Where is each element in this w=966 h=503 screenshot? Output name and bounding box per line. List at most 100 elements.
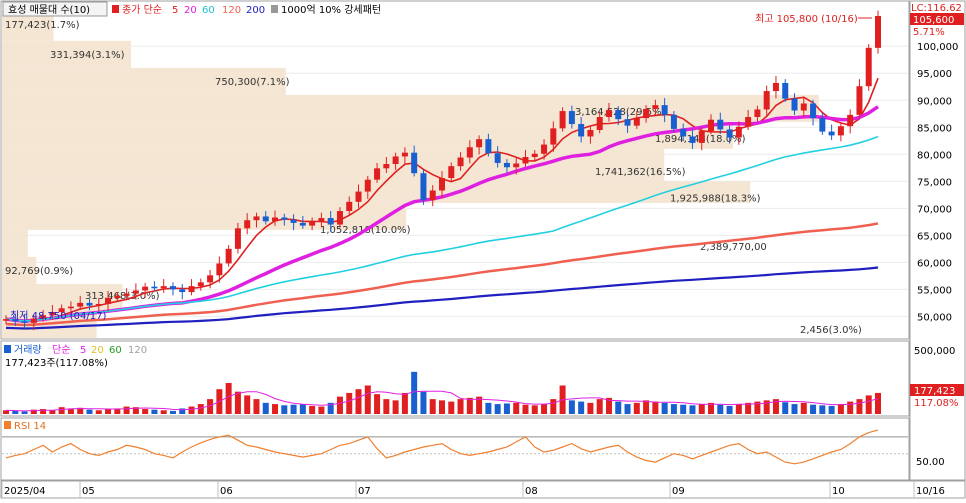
candle-body <box>819 118 826 132</box>
volume-bar <box>633 402 640 414</box>
volume-bar <box>726 405 733 414</box>
volume-bar <box>865 395 872 414</box>
price-y-tick: 60,000 <box>917 258 952 269</box>
lc-label: LC:116.62 <box>911 3 962 14</box>
candle-body <box>105 298 112 304</box>
candle-body <box>865 47 872 87</box>
volume-profile-label: 92,769(0.9%) <box>5 266 73 277</box>
chart-canvas[interactable]: 177,423(1.7%) 331,394(3.1%) 750,300(7.1%) 9… <box>0 0 966 499</box>
candle-body <box>169 286 176 290</box>
candle-body <box>485 139 492 154</box>
candle-body <box>633 118 640 126</box>
volume-profile-bar <box>2 148 665 182</box>
volume-profile-label: 2,456(3.0%) <box>800 325 862 336</box>
rsi-swatch <box>4 421 11 429</box>
volume-bar <box>234 391 241 414</box>
candle-body <box>216 263 223 276</box>
legend-ma-5: 5 <box>172 5 178 16</box>
volume-bar <box>828 405 835 414</box>
candle-body <box>327 218 334 225</box>
candle-body <box>791 98 798 111</box>
candle-body <box>439 178 445 191</box>
candle-body <box>754 109 761 118</box>
legend-extra: 1000억 10% 강세패턴 <box>281 4 381 16</box>
price-y-tick: 90,000 <box>917 96 952 107</box>
candle-body <box>726 129 733 138</box>
volume-value: 177,423 <box>914 386 955 397</box>
volume-bar <box>531 405 538 414</box>
candle-body <box>77 302 84 307</box>
legend-ma-swatch <box>112 5 119 13</box>
legend-ma-200: 200 <box>246 5 265 16</box>
volume-ma-5: 5 <box>80 345 86 356</box>
volume-bar <box>49 410 56 414</box>
price-y-tick: 55,000 <box>917 285 952 296</box>
legend-ma-20: 20 <box>184 5 197 16</box>
volume-bar <box>160 410 167 414</box>
candle-body <box>661 105 668 115</box>
candle-body <box>837 126 844 136</box>
volume-bar <box>151 409 158 414</box>
x-tick-label: 07 <box>358 486 371 497</box>
candle-body <box>392 156 399 165</box>
volume-bar <box>856 399 863 414</box>
candle-body <box>513 163 520 168</box>
volume-tick: 500,000 <box>914 346 955 357</box>
candle-body <box>244 220 251 229</box>
volume-bar <box>123 406 130 414</box>
volume-ma-60: 60 <box>109 345 122 356</box>
candle-body <box>160 286 167 289</box>
volume-bar <box>40 409 47 414</box>
candle-body <box>643 108 650 119</box>
volume-bar <box>86 409 93 414</box>
candle-body <box>559 111 566 129</box>
change-pct: 5.71% <box>913 27 945 38</box>
x-tick-label: 10 <box>832 486 845 497</box>
volume-swatch <box>4 345 11 353</box>
price-y-tick: 100,000 <box>917 42 958 53</box>
volume-bar <box>169 410 176 414</box>
volume-bar <box>782 402 789 414</box>
candle-body <box>309 221 316 226</box>
volume-bar <box>466 397 473 414</box>
volume-bar <box>587 402 594 414</box>
volume-bar <box>383 399 390 414</box>
candle-body <box>3 319 9 321</box>
volume-bar <box>791 404 798 414</box>
volume-bar <box>503 403 510 414</box>
candle-body <box>346 201 353 212</box>
candle-body <box>596 117 603 130</box>
candle-body <box>429 190 436 201</box>
volume-profile-bar <box>2 229 28 257</box>
volume-bar <box>670 404 677 414</box>
candle-body <box>624 119 631 126</box>
x-tick-label: 09 <box>672 486 685 497</box>
candle-body <box>856 86 863 115</box>
price-y-tick: 95,000 <box>917 69 952 80</box>
volume-bar <box>318 406 325 414</box>
x-tick-label: 10/16 <box>916 486 945 497</box>
candle-body <box>383 164 390 169</box>
price-y-tick: 70,000 <box>917 204 952 215</box>
volume-bar <box>522 404 529 414</box>
volume-title: 거래량 <box>14 344 42 356</box>
candle-body <box>207 275 214 283</box>
volume-bar <box>837 404 844 414</box>
volume-bar <box>244 395 251 414</box>
stock-chart-window: 177,423(1.7%) 331,394(3.1%) 750,300(7.1%) 9… <box>0 0 966 499</box>
candle-body <box>272 217 279 222</box>
candle-body <box>253 216 260 221</box>
volume-bar <box>735 404 742 414</box>
candle-body <box>522 156 529 164</box>
volume-ma-120: 120 <box>128 345 147 356</box>
candle-body <box>494 153 501 163</box>
volume-bar <box>429 399 436 414</box>
candle-body <box>735 126 742 138</box>
candle-body <box>605 109 612 118</box>
candle-body <box>179 289 186 293</box>
candle-body <box>114 295 121 299</box>
x-tick-label: 05 <box>82 486 95 497</box>
volume-profile-bar <box>2 121 733 149</box>
volume-bar <box>142 409 149 414</box>
x-tick-label: 08 <box>525 486 538 497</box>
